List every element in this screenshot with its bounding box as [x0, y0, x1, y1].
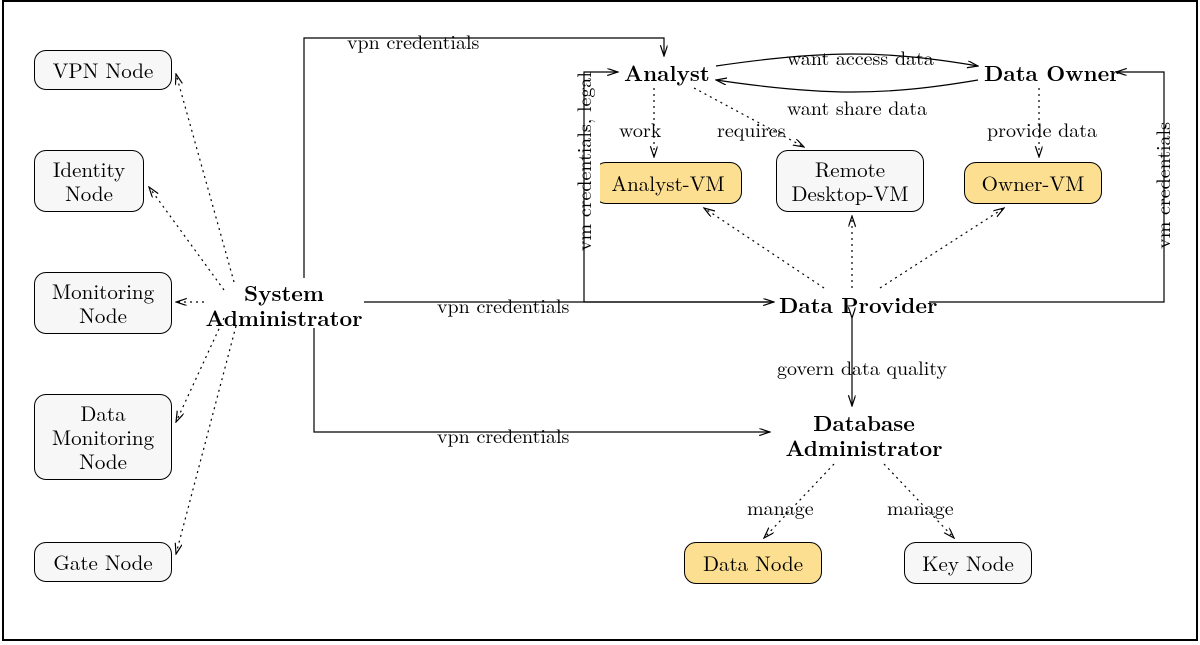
node-label: MonitoringNode [52, 279, 154, 327]
diagram-frame: VPN Node IdentityNode MonitoringNode Dat… [2, 0, 1198, 641]
node-label: Owner-VM [982, 171, 1085, 195]
actor-data-provider: Data Provider [779, 292, 937, 317]
node-identity: IdentityNode [34, 150, 144, 212]
actor-label: DatabaseAdministrator [785, 407, 942, 463]
node-label: IdentityNode [53, 157, 125, 205]
node-remote-desktop-vm: RemoteDesktop-VM [776, 150, 924, 212]
node-owner-vm: Owner-VM [964, 162, 1102, 204]
label-want-access-data: want access data [784, 42, 937, 71]
node-vpn: VPN Node [34, 50, 172, 90]
actor-label: Data Provider [779, 289, 937, 320]
actor-analyst: Analyst [624, 60, 710, 85]
node-label: DataMonitoringNode [52, 401, 154, 473]
node-key-node: Key Node [904, 542, 1032, 584]
label-manage-data: manage [744, 492, 817, 521]
actor-label: Data Owner [984, 57, 1120, 88]
label-vm-credentials-legal: vm credentials, legal [565, 72, 600, 251]
actor-label: Analyst [624, 57, 710, 88]
actor-label: SystemAdministrator [205, 277, 362, 333]
label-govern-data-quality: govern data quality [774, 352, 950, 381]
node-gate: Gate Node [34, 542, 172, 582]
label-vpn-credentials-mid: vpn credentials [434, 290, 572, 319]
label-requires: requires [714, 114, 789, 143]
node-label: VPN Node [53, 58, 154, 82]
label-work: work [616, 114, 664, 143]
node-data-monitoring: DataMonitoringNode [34, 394, 172, 480]
node-data-node: Data Node [684, 542, 822, 584]
node-label: Key Node [922, 551, 1014, 575]
node-label: Analyst-VM [611, 171, 724, 195]
node-label: RemoteDesktop-VM [791, 157, 908, 205]
node-label: Data Node [703, 551, 803, 575]
label-provide-data: provide data [984, 114, 1100, 143]
label-want-share-data: want share data [784, 92, 930, 121]
actor-data-owner: Data Owner [984, 60, 1120, 85]
node-analyst-vm: Analyst-VM [594, 162, 742, 204]
label-manage-key: manage [884, 492, 957, 521]
label-vpn-credentials-bot: vpn credentials [434, 420, 572, 449]
node-monitoring: MonitoringNode [34, 272, 172, 334]
actor-database-administrator: DatabaseAdministrator [774, 410, 954, 461]
node-label: Gate Node [53, 550, 152, 574]
label-vpn-credentials-top: vpn credentials [344, 26, 482, 55]
label-vm-credentials-owner: vm credentials [1144, 122, 1179, 249]
actor-system-administrator: SystemAdministrator [204, 280, 364, 331]
